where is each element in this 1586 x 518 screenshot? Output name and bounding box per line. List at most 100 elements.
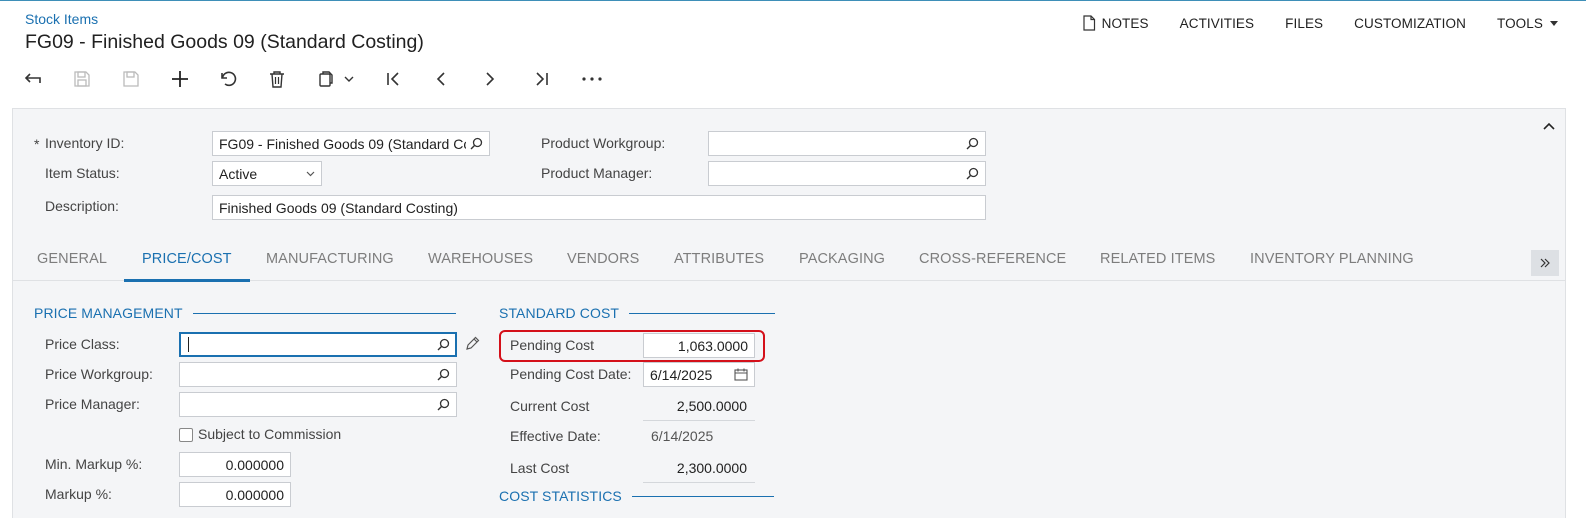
last-cost-underline (643, 482, 755, 483)
tab-vendors[interactable]: VENDORS (567, 237, 639, 281)
pending-cost-label: Pending Cost (510, 337, 595, 353)
inventory-id-input[interactable]: FG09 - Finished Goods 09 (Standard Costi… (212, 131, 490, 156)
tab-bar: GENERAL PRICE/COST MANUFACTURING WAREHOU… (13, 237, 1565, 282)
pencil-icon (466, 336, 480, 350)
tab-warehouses[interactable]: WAREHOUSES (428, 237, 533, 281)
last-record-button[interactable] (533, 66, 582, 92)
search-icon[interactable] (966, 167, 979, 180)
add-button[interactable] (171, 66, 220, 92)
item-status-value: Active (219, 165, 258, 182)
price-workgroup-input[interactable] (179, 362, 457, 387)
next-record-button[interactable] (484, 66, 533, 92)
notes-label: NOTES (1101, 15, 1149, 31)
current-cost-underline (643, 420, 755, 421)
markup-value: 0.000000 (225, 486, 284, 503)
cost-statistics-header: COST STATISTICS (499, 488, 774, 504)
product-manager-input[interactable] (708, 161, 986, 186)
copy-paste-button[interactable] (318, 66, 386, 92)
calendar-icon[interactable] (734, 368, 748, 381)
price-workgroup-label: Price Workgroup: (45, 366, 153, 382)
delete-button[interactable] (269, 66, 318, 92)
tabs-scroll-button[interactable] (1531, 250, 1559, 276)
section-rule (631, 495, 774, 497)
tab-general[interactable]: GENERAL (37, 237, 107, 281)
subject-to-commission-checkbox[interactable] (179, 428, 193, 442)
tab-cross-reference[interactable]: CROSS-REFERENCE (919, 237, 1066, 281)
tools-button[interactable]: TOOLS (1497, 16, 1564, 31)
back-icon (24, 73, 41, 83)
search-icon[interactable] (437, 368, 450, 381)
current-cost-value: 2,500.0000 (676, 398, 747, 414)
tools-label: TOOLS (1496, 15, 1543, 31)
inventory-id-label: Inventory ID: (45, 135, 125, 151)
effective-date-value: 6/14/2025 (651, 428, 714, 444)
notes-button[interactable]: NOTES (1082, 15, 1149, 31)
pending-cost-input[interactable]: 1,063.0000 (643, 333, 755, 358)
section-rule (629, 312, 776, 314)
description-value: Finished Goods 09 (Standard Costing) (219, 199, 458, 216)
price-management-header: PRICE MANAGEMENT (34, 305, 456, 321)
item-status-label: Item Status: (45, 165, 120, 181)
save-icon (123, 71, 139, 87)
customization-label: CUSTOMIZATION (1354, 15, 1466, 31)
breadcrumb[interactable]: Stock Items (25, 11, 98, 27)
next-record-icon (486, 72, 495, 86)
more-button[interactable] (582, 66, 631, 92)
description-label: Description: (45, 198, 119, 214)
first-record-icon (387, 72, 399, 86)
min-markup-label: Min. Markup %: (45, 456, 143, 472)
tab-price-cost[interactable]: PRICE/COST (124, 237, 250, 282)
last-cost-value: 2,300.0000 (676, 460, 747, 476)
last-record-icon (536, 72, 548, 86)
product-manager-label: Product Manager: (541, 165, 653, 181)
chevron-up-icon (1543, 122, 1555, 130)
first-record-button[interactable] (386, 66, 435, 92)
product-workgroup-input[interactable] (708, 131, 986, 156)
copy-paste-icon (319, 71, 333, 87)
customization-button[interactable]: CUSTOMIZATION (1354, 16, 1466, 31)
previous-record-icon (436, 72, 445, 86)
search-icon[interactable] (437, 398, 450, 411)
page-title: FG09 - Finished Goods 09 (Standard Costi… (25, 31, 424, 53)
markup-label: Markup %: (45, 486, 112, 502)
search-icon[interactable] (437, 338, 450, 351)
activities-button[interactable]: ACTIVITIES (1180, 16, 1255, 31)
tab-attributes[interactable]: ATTRIBUTES (674, 237, 764, 281)
undo-button[interactable] (220, 66, 269, 92)
save-button[interactable] (122, 66, 171, 92)
caret-down-icon (1550, 20, 1558, 26)
collapse-button[interactable] (1543, 117, 1555, 135)
chevron-down-icon (306, 171, 315, 177)
search-icon[interactable] (470, 137, 483, 150)
double-chevron-right-icon (1540, 258, 1550, 268)
form-panel: * Inventory ID: FG09 - Finished Goods 09… (12, 108, 1566, 518)
min-markup-value: 0.000000 (225, 456, 284, 473)
standard-cost-header: STANDARD COST (499, 305, 776, 321)
markup-input[interactable]: 0.000000 (179, 482, 291, 507)
inventory-id-value: FG09 - Finished Goods 09 (Standard Costi… (219, 135, 466, 152)
tab-packaging[interactable]: PACKAGING (799, 237, 885, 281)
more-icon (582, 77, 602, 81)
price-manager-label: Price Manager: (45, 396, 140, 412)
previous-record-button[interactable] (435, 66, 484, 92)
search-icon[interactable] (966, 137, 979, 150)
price-class-input[interactable] (179, 332, 457, 357)
section-rule (192, 312, 456, 314)
description-input[interactable]: Finished Goods 09 (Standard Costing) (212, 195, 986, 220)
files-button[interactable]: FILES (1285, 16, 1323, 31)
pending-cost-date-input[interactable]: 6/14/2025 (643, 362, 755, 387)
tab-manufacturing[interactable]: MANUFACTURING (266, 237, 394, 281)
subject-to-commission-label: Subject to Commission (198, 426, 342, 442)
price-manager-input[interactable] (179, 392, 457, 417)
pending-cost-date-value: 6/14/2025 (650, 366, 713, 383)
save-close-button[interactable] (73, 66, 122, 92)
tab-inventory-planning[interactable]: INVENTORY PLANNING (1250, 237, 1414, 281)
notes-icon (1083, 15, 1095, 31)
item-status-select[interactable]: Active (212, 161, 322, 186)
delete-icon (270, 71, 284, 88)
min-markup-input[interactable]: 0.000000 (179, 452, 291, 477)
cost-statistics-title: COST STATISTICS (499, 488, 622, 504)
back-button[interactable] (24, 66, 73, 92)
edit-price-class-button[interactable] (465, 336, 480, 356)
tab-related-items[interactable]: RELATED ITEMS (1100, 237, 1215, 281)
